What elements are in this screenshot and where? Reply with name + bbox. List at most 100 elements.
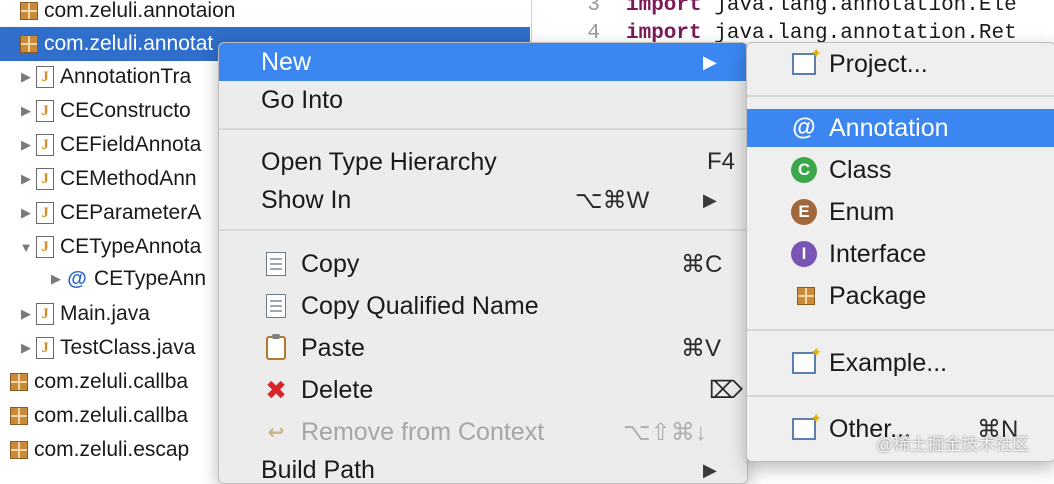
menu-item-open-type-hierarchy[interactable]: Open Type Hierarchy F4 <box>219 143 747 181</box>
menu-separator <box>747 95 1054 97</box>
menu-item-delete[interactable]: ✖ Delete ⌦ <box>219 371 747 409</box>
package-icon <box>10 407 28 425</box>
menu-item-show-in[interactable]: Show In ⌥⌘W ▶ <box>219 181 747 219</box>
menu-item-new[interactable]: New ▶ <box>219 43 747 81</box>
menu-item-label: Example... <box>829 349 947 378</box>
menu-item-label: Copy <box>301 250 359 279</box>
expand-arrow-icon[interactable]: ▶ <box>16 103 36 119</box>
menu-shortcut: ⌥⇧⌘↓ <box>623 418 707 447</box>
interface-icon: I <box>791 241 817 267</box>
copy-qualified-name-icon <box>263 293 289 319</box>
code-text: java.lang.annotation.Ele <box>714 0 1016 17</box>
tree-row-label: com.zeluli.annotaion <box>44 0 235 23</box>
submenu-item-package[interactable]: Package <box>747 277 1054 315</box>
example-wizard-icon <box>791 350 817 376</box>
java-file-icon: J <box>36 236 54 258</box>
menu-item-go-into[interactable]: Go Into <box>219 81 747 119</box>
enum-icon: E <box>791 199 817 225</box>
menu-item-label: Go Into <box>261 86 343 115</box>
tree-row-label: CEConstructo <box>60 99 191 123</box>
submenu-item-annotation[interactable]: @ Annotation <box>747 109 1054 147</box>
menu-item-paste[interactable]: Paste ⌘V <box>219 329 747 367</box>
other-wizard-icon <box>791 416 817 442</box>
menu-item-label: New <box>261 48 311 77</box>
expand-arrow-icon[interactable]: ▶ <box>46 271 66 287</box>
watermark-text: @稀土掘金技术社区 <box>876 430 1029 455</box>
menu-item-label: Enum <box>829 198 894 227</box>
menu-item-label: Project... <box>829 50 928 79</box>
submenu-item-example[interactable]: Example... <box>747 344 1054 382</box>
remove-from-context-icon: ↩ <box>263 419 289 445</box>
tree-row-label: CETypeAnnota <box>60 235 201 259</box>
menu-shortcut: ⌘V <box>681 334 721 363</box>
expand-arrow-icon[interactable]: ▶ <box>16 171 36 187</box>
menu-shortcut: ⌘C <box>681 250 722 279</box>
java-file-icon: J <box>36 337 54 359</box>
expand-arrow-icon[interactable]: ▶ <box>16 137 36 153</box>
line-number: 3 <box>532 0 626 17</box>
menu-separator <box>747 395 1054 397</box>
java-file-icon: J <box>36 168 54 190</box>
menu-item-label: Remove from Context <box>301 418 544 447</box>
menu-item-build-path[interactable]: Build Path ▶ <box>219 451 747 484</box>
package-icon <box>10 441 28 459</box>
menu-separator <box>747 329 1054 331</box>
code-keyword: import <box>626 0 702 17</box>
tree-row-label: AnnotationTra <box>60 65 191 89</box>
menu-separator <box>219 128 747 130</box>
new-project-icon <box>791 51 817 77</box>
menu-item-label: Copy Qualified Name <box>301 292 539 321</box>
package-icon <box>10 373 28 391</box>
tree-row-label: CEParameterA <box>60 201 201 225</box>
tree-row-label: TestClass.java <box>60 336 195 360</box>
menu-shortcut: ⌦ <box>709 376 743 405</box>
submenu-arrow-icon: ▶ <box>703 52 717 73</box>
submenu-item-interface[interactable]: I Interface <box>747 235 1054 273</box>
menu-shortcut: F4 <box>707 148 735 176</box>
submenu-arrow-icon: ▶ <box>703 190 717 211</box>
java-file-icon: J <box>36 66 54 88</box>
package-icon <box>793 283 819 309</box>
menu-item-remove-from-context[interactable]: ↩ Remove from Context ⌥⇧⌘↓ <box>219 413 747 451</box>
context-menu: New ▶ Go Into Open Type Hierarchy F4 Sho… <box>218 42 748 484</box>
menu-shortcut: ⌥⌘W <box>575 186 649 215</box>
expand-arrow-icon[interactable]: ▶ <box>16 205 36 221</box>
package-icon <box>20 35 38 53</box>
copy-icon <box>263 251 289 277</box>
tree-row-label: com.zeluli.callba <box>34 370 188 394</box>
tree-row-label: CEMethodAnn <box>60 167 197 191</box>
tree-row-label: CETypeAnn <box>94 267 206 291</box>
annotation-type-icon: @ <box>66 268 88 290</box>
menu-item-label: Delete <box>301 376 373 405</box>
expand-arrow-icon[interactable]: ▶ <box>16 306 36 322</box>
menu-item-label: Interface <box>829 240 926 269</box>
tree-row-package[interactable]: com.zeluli.annotaion <box>0 0 530 28</box>
tree-row-label: CEFieldAnnota <box>60 133 201 157</box>
java-file-icon: J <box>36 202 54 224</box>
java-file-icon: J <box>36 100 54 122</box>
expand-arrow-icon[interactable]: ▶ <box>16 69 36 85</box>
package-icon <box>20 2 38 20</box>
tree-row-label: com.zeluli.escap <box>34 438 189 462</box>
menu-item-label: Show In <box>261 186 351 215</box>
menu-item-copy-qualified-name[interactable]: Copy Qualified Name <box>219 287 747 325</box>
delete-icon: ✖ <box>263 377 289 403</box>
code-line: 3 import java.lang.annotation.Ele <box>532 0 1017 18</box>
menu-item-label: Annotation <box>829 114 949 143</box>
tree-row-label: com.zeluli.annotat <box>44 32 213 56</box>
new-submenu: Project... @ Annotation C Class E Enum I… <box>746 42 1054 462</box>
paste-icon <box>263 335 289 361</box>
expand-arrow-icon[interactable]: ▶ <box>16 340 36 356</box>
submenu-item-enum[interactable]: E Enum <box>747 193 1054 231</box>
menu-item-label: Paste <box>301 334 365 363</box>
menu-item-label: Build Path <box>261 456 375 484</box>
java-file-icon: J <box>36 134 54 156</box>
submenu-item-class[interactable]: C Class <box>747 151 1054 189</box>
tree-row-label: com.zeluli.callba <box>34 404 188 428</box>
menu-item-copy[interactable]: Copy ⌘C <box>219 245 747 283</box>
submenu-item-project[interactable]: Project... <box>747 45 1054 83</box>
annotation-icon: @ <box>791 115 817 141</box>
tree-row-label: Main.java <box>60 302 150 326</box>
collapse-arrow-icon[interactable]: ▼ <box>16 240 36 255</box>
class-icon: C <box>791 157 817 183</box>
